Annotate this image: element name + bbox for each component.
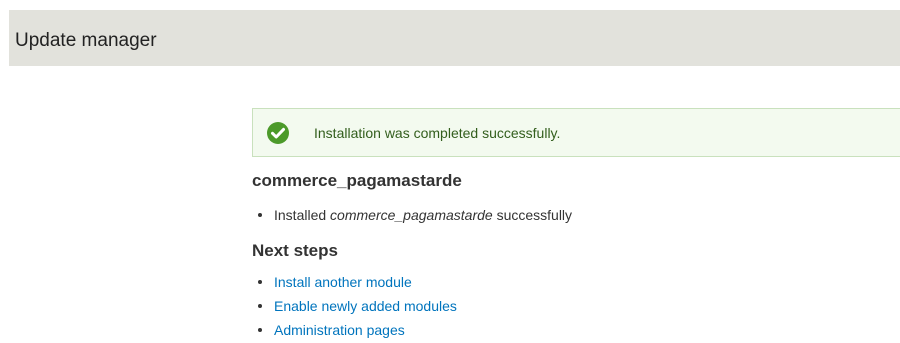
page-header: Update manager [9, 10, 900, 66]
administration-pages-link[interactable]: Administration pages [274, 322, 405, 338]
install-another-module-link[interactable]: Install another module [274, 274, 412, 290]
next-steps-list: Install another module Enable newly adde… [252, 270, 900, 342]
module-heading: commerce_pagamastarde [252, 171, 462, 190]
list-item: Administration pages [252, 318, 900, 342]
install-result-suffix: successfully [492, 207, 573, 223]
list-item: Install another module [252, 270, 900, 294]
page-title: Update manager [15, 30, 157, 51]
check-circle-icon [266, 121, 290, 145]
install-result-list: Installed commerce_pagamastarde successf… [252, 203, 900, 227]
list-item: Enable newly added modules [252, 294, 900, 318]
main-content: Installation was completed successfully.… [252, 108, 900, 342]
next-steps-heading: Next steps [252, 241, 338, 260]
enable-modules-link[interactable]: Enable newly added modules [274, 298, 457, 314]
install-result-prefix: Installed [274, 207, 331, 223]
install-result-item: Installed commerce_pagamastarde successf… [252, 203, 900, 227]
status-message-text: Installation was completed successfully. [314, 125, 561, 141]
installed-module-name: commerce_pagamastarde [330, 207, 493, 223]
status-message: Installation was completed successfully. [252, 108, 900, 157]
